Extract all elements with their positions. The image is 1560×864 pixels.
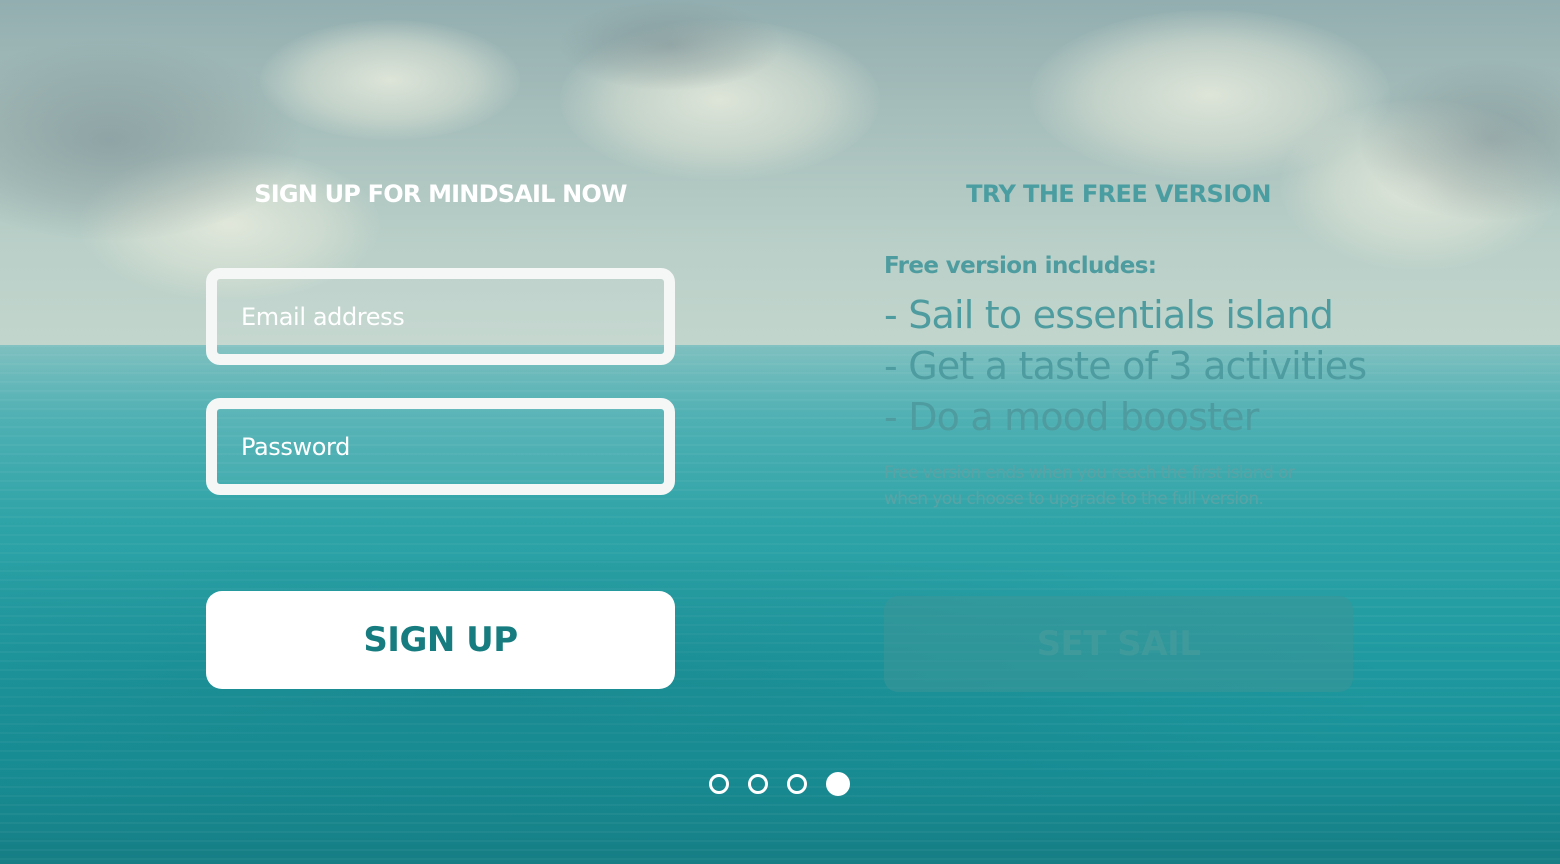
footnote-line: Free version ends when you reach the fir… [884, 463, 1295, 483]
page-dot-3[interactable] [787, 774, 807, 794]
free-version-title: TRY THE FREE VERSION [966, 180, 1271, 208]
page-dot-4-active[interactable] [826, 772, 850, 796]
page-dot-1[interactable] [709, 774, 729, 794]
page-indicator [709, 772, 850, 796]
feature-item: - Sail to essentials island [884, 293, 1334, 337]
email-input[interactable] [217, 302, 664, 331]
signup-title: SIGN UP FOR MINDSAIL NOW [254, 180, 627, 208]
feature-list: - Sail to essentials island - Get a tast… [884, 290, 1367, 443]
free-version-footnote: Free version ends when you reach the fir… [884, 460, 1364, 512]
page-dot-2[interactable] [748, 774, 768, 794]
cloud [560, 0, 780, 90]
password-field-frame [206, 398, 675, 495]
cloud [260, 20, 520, 140]
password-input[interactable] [217, 432, 664, 461]
signup-button[interactable]: SIGN UP [206, 591, 675, 689]
set-sail-button[interactable]: SET SAIL [884, 596, 1353, 692]
feature-item: - Get a taste of 3 activities [884, 344, 1367, 388]
footnote-line: when you choose to upgrade to the full v… [884, 489, 1264, 509]
includes-heading: Free version includes: [884, 253, 1157, 279]
email-field-frame [206, 268, 675, 365]
feature-item: - Do a mood booster [884, 395, 1259, 439]
